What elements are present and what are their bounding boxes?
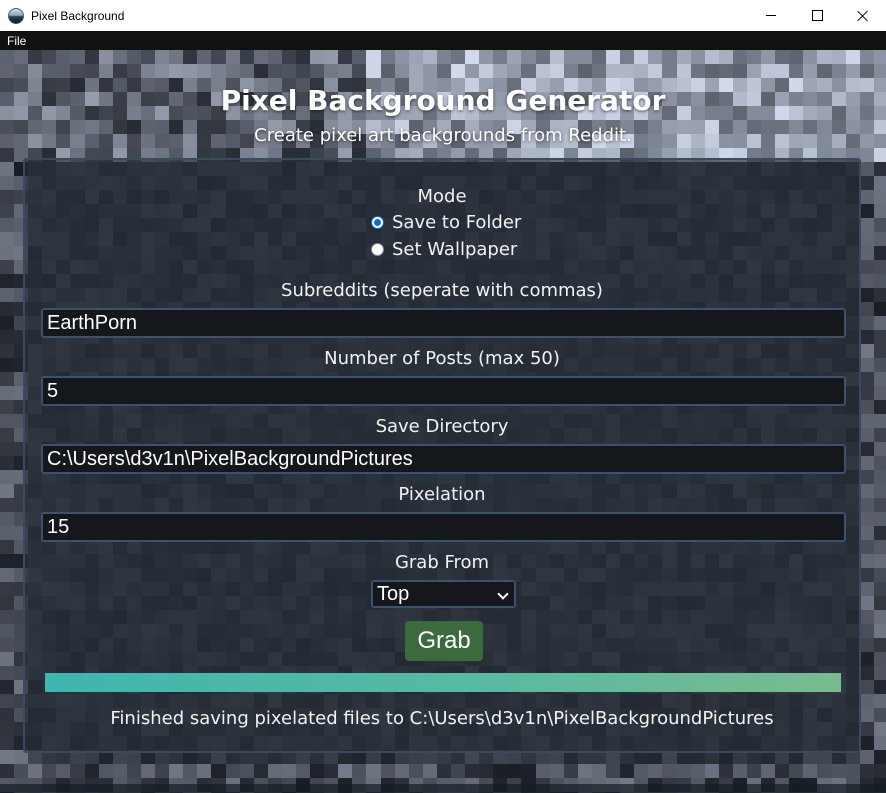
pixelation-input[interactable]: [41, 512, 846, 542]
posts-input[interactable]: [41, 376, 846, 406]
radio-label-save-to-folder: Save to Folder: [392, 212, 522, 233]
grab-from-value: Top: [377, 582, 410, 605]
progress-fill: [45, 673, 841, 692]
bottom-strip: [0, 784, 886, 793]
settings-panel: Mode Save to Folder Set Wallpaper Subred…: [23, 158, 861, 753]
minimize-icon: [766, 15, 776, 16]
grab-from-label: Grab From: [394, 552, 490, 573]
subreddits-input[interactable]: [41, 308, 846, 338]
radio-set-wallpaper[interactable]: [371, 243, 384, 256]
close-icon: [857, 10, 869, 22]
window-controls: [748, 0, 886, 31]
page-subtitle: Create pixel art backgrounds from Reddit…: [254, 125, 632, 146]
window-title: Pixel Background: [31, 8, 125, 23]
grab-from-select[interactable]: Top: [371, 580, 516, 608]
grab-button[interactable]: Grab: [405, 621, 483, 661]
menu-file[interactable]: File: [7, 34, 26, 48]
close-button[interactable]: [840, 0, 886, 31]
directory-label: Save Directory: [375, 416, 509, 437]
mode-label: Mode: [417, 186, 467, 207]
subreddits-label: Subreddits (seperate with commas): [281, 280, 603, 301]
maximize-button[interactable]: [794, 0, 840, 31]
progress-bar: [45, 673, 841, 692]
radio-label-set-wallpaper: Set Wallpaper: [392, 239, 518, 260]
pixelation-label: Pixelation: [398, 484, 486, 505]
page-title: Pixel Background Generator: [220, 84, 666, 117]
mode-option-set-wallpaper[interactable]: Set Wallpaper: [371, 239, 517, 260]
chevron-down-icon: [497, 588, 509, 600]
app-logo-icon: [8, 7, 24, 24]
mode-option-save-to-folder[interactable]: Save to Folder: [371, 212, 521, 233]
window-title-bar: Pixel Background: [0, 0, 886, 31]
posts-label: Number of Posts (max 50): [324, 348, 560, 369]
radio-save-to-folder[interactable]: [371, 216, 384, 229]
status-message: Finished saving pixelated files to C:\Us…: [110, 708, 774, 729]
menu-bar: File: [0, 31, 886, 50]
app-content: Pixel Background Generator Create pixel …: [0, 50, 886, 793]
minimize-button[interactable]: [748, 0, 794, 31]
directory-input[interactable]: [41, 444, 846, 474]
maximize-icon: [811, 10, 823, 21]
